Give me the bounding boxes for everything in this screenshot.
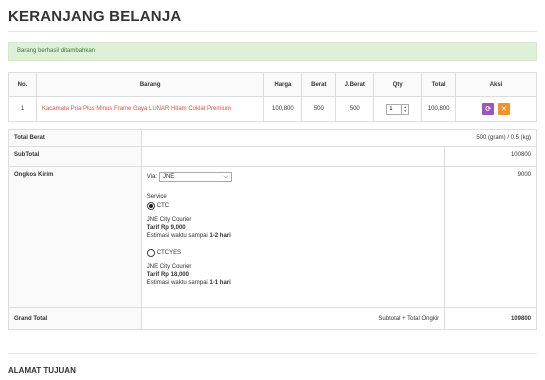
service-estimate: Estimasi waktu sampai 1-1 hari — [146, 280, 231, 286]
shipping-row: Ongkos Kirim Via: JNE ⌵ Service CTC JNE … — [8, 166, 537, 308]
col-header-total: Total — [421, 72, 457, 97]
cart-header-row: No. Barang Harga Berat J.Berat Qty Total… — [8, 72, 537, 97]
col-header-total-weight: J.Berat — [335, 72, 375, 97]
section-title-address: ALAMAT TUJUAN — [8, 366, 76, 375]
service-label: Service — [146, 194, 167, 200]
order-summary-table: Total Berat 500 (gram) / 0.5 (kg) SubTot… — [8, 129, 538, 330]
subtotal-value: 100800 — [444, 146, 537, 167]
title-divider — [8, 31, 537, 32]
update-item-button[interactable]: ⟳ — [482, 103, 495, 115]
total-weight-label: Total Berat — [8, 129, 142, 147]
cart-table: No. Barang Harga Berat J.Berat Qty Total… — [8, 72, 537, 122]
grand-total-value: 109800 — [444, 307, 537, 330]
success-alert: Barang berhasil ditambahkan — [8, 42, 537, 61]
service-option-ctcyes[interactable]: CTCYES — [146, 249, 439, 257]
radio-ctc[interactable] — [146, 202, 155, 210]
close-icon: ✕ — [500, 106, 507, 113]
row-qty-cell: ▲ ▼ — [373, 96, 423, 122]
chevron-down-icon: ⌵ — [223, 173, 228, 180]
col-header-weight: Berat — [301, 72, 337, 97]
shipping-value: 9000 — [444, 166, 537, 308]
total-weight-row: Total Berat 500 (gram) / 0.5 (kg) — [8, 129, 538, 147]
col-header-product: Barang — [35, 72, 265, 97]
service-estimate: Estimasi waktu sampai 1-2 hari — [146, 233, 231, 239]
col-header-no: No. — [8, 72, 37, 97]
col-header-price: Harga — [263, 72, 303, 97]
via-label: Via: — [146, 174, 157, 180]
product-name-link[interactable]: Kacamata Pria Plus Minus Frame Gaya LUNA… — [35, 96, 265, 122]
row-no: 1 — [8, 96, 37, 122]
spin-down-icon[interactable]: ▼ — [404, 109, 407, 113]
quantity-spinner[interactable]: ▲ ▼ — [401, 104, 408, 114]
service-details: JNE City Courier Tarif Rp 18,000 Estimas… — [147, 263, 439, 287]
col-header-action: Aksi — [455, 72, 537, 97]
total-weight-value: 500 (gram) / 0.5 (kg) — [140, 129, 538, 147]
shipping-label: Ongkos Kirim — [8, 166, 142, 308]
courier-selected: JNE — [162, 174, 175, 180]
table-row: 1 Kacamata Pria Plus Minus Frame Gaya LU… — [8, 96, 537, 122]
courier-select[interactable]: JNE ⌵ — [158, 172, 232, 182]
courier-row: Via: JNE ⌵ — [147, 172, 439, 182]
service-name: JNE City Courier — [146, 217, 192, 223]
subtotal-row: SubTotal 100800 — [8, 146, 537, 167]
service-code: CTCYES — [156, 250, 182, 256]
service-code: CTC — [156, 203, 170, 209]
grand-total-formula: Subtotal + Total Ongkir — [140, 307, 446, 330]
row-total-weight: 500 — [335, 96, 375, 122]
refresh-icon: ⟳ — [485, 106, 492, 113]
quantity-input[interactable] — [387, 104, 402, 114]
row-total: 100,800 — [421, 96, 457, 122]
remove-item-button[interactable]: ✕ — [497, 103, 510, 115]
service-details: JNE City Courier Tarif Rp 9,000 Estimasi… — [147, 216, 439, 240]
quantity-stepper[interactable]: ▲ ▼ — [386, 103, 410, 115]
service-option-ctc[interactable]: CTC — [146, 202, 439, 210]
grand-total-label: Grand Total — [8, 307, 142, 330]
row-price: 100,800 — [263, 96, 303, 122]
service-name: JNE City Courier — [146, 264, 192, 270]
radio-ctcyes[interactable] — [146, 249, 155, 257]
grand-total-row: Grand Total Subtotal + Total Ongkir 1098… — [8, 307, 537, 330]
service-tarif: Tarif Rp 9,000 — [146, 225, 186, 231]
page-title: KERANJANG BELANJA — [8, 8, 182, 25]
subtotal-label: SubTotal — [8, 146, 142, 167]
row-weight: 500 — [301, 96, 337, 122]
section-divider — [8, 353, 537, 354]
col-header-qty: Qty — [373, 72, 423, 97]
row-actions: ⟳ ✕ — [455, 96, 537, 122]
shipping-options-cell: Via: JNE ⌵ Service CTC JNE City Courier … — [140, 166, 446, 308]
service-tarif: Tarif Rp 18,000 — [146, 272, 189, 278]
